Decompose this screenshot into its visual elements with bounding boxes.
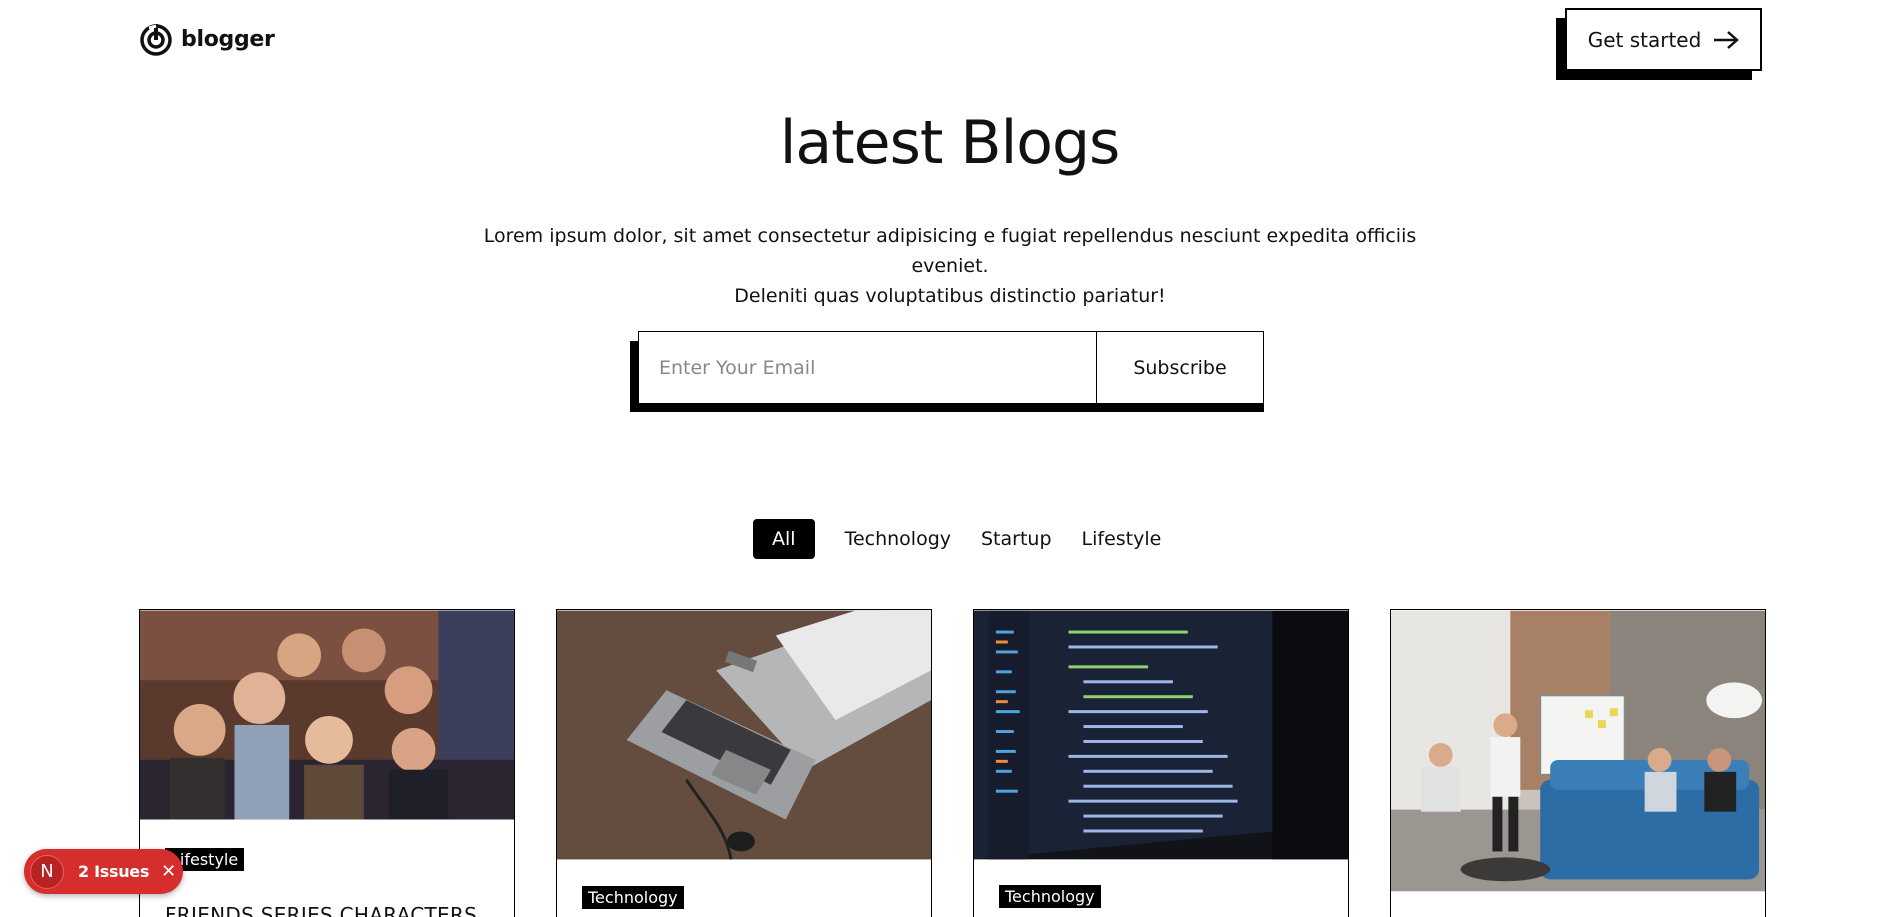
filter-technology[interactable]: Technology: [845, 519, 951, 559]
filter-all[interactable]: All: [753, 519, 815, 559]
get-started-label: Get started: [1587, 27, 1702, 52]
issues-logo-icon: N: [30, 854, 64, 889]
group-of-friends-photo: [140, 610, 514, 820]
logo-icon: [140, 24, 172, 56]
logo[interactable]: blogger: [139, 22, 275, 56]
issues-count: 2 Issues: [78, 862, 150, 881]
arrow-right-icon: [1714, 30, 1740, 49]
get-started-wrapper: Get started: [1556, 8, 1762, 80]
filter-startup[interactable]: Startup: [981, 519, 1052, 559]
subscribe-form: Subscribe: [630, 331, 1264, 413]
subscribe-box: Subscribe: [638, 331, 1264, 404]
blog-card[interactable]: Technology: [973, 609, 1349, 917]
category-filters: All Technology Startup Lifestyle: [753, 519, 1161, 559]
blog-card[interactable]: Lifestyle FRIENDS SERIES CHARACTERS: [139, 609, 515, 917]
blog-card[interactable]: [1390, 609, 1766, 917]
laptop-on-desk-photo: [557, 610, 931, 860]
page-title: latest Blogs: [779, 108, 1121, 178]
blog-card[interactable]: Technology: [556, 609, 932, 917]
card-tag[interactable]: Technology: [582, 886, 684, 909]
card-tag[interactable]: Technology: [999, 885, 1101, 908]
subtitle-line-1: Lorem ipsum dolor, sit amet consectetur …: [483, 225, 1417, 277]
site-header: blogger Get started: [0, 0, 1899, 80]
get-started-button[interactable]: Get started: [1565, 8, 1762, 71]
issues-badge[interactable]: N 2 Issues ✕: [24, 849, 183, 894]
subtitle-line-2: Deleniti quas voluptatibus distinctio pa…: [734, 285, 1166, 307]
logo-text: blogger: [181, 26, 275, 52]
close-icon[interactable]: ✕: [161, 861, 176, 882]
page-subtitle: Lorem ipsum dolor, sit amet consectetur …: [450, 221, 1450, 311]
subscribe-button[interactable]: Subscribe: [1097, 332, 1263, 403]
office-team-meeting-photo: [1391, 610, 1765, 892]
email-input[interactable]: [639, 332, 1097, 403]
filter-lifestyle[interactable]: Lifestyle: [1082, 519, 1162, 559]
code-on-screen-photo: [974, 610, 1348, 860]
card-title[interactable]: FRIENDS SERIES CHARACTERS: [165, 903, 477, 917]
